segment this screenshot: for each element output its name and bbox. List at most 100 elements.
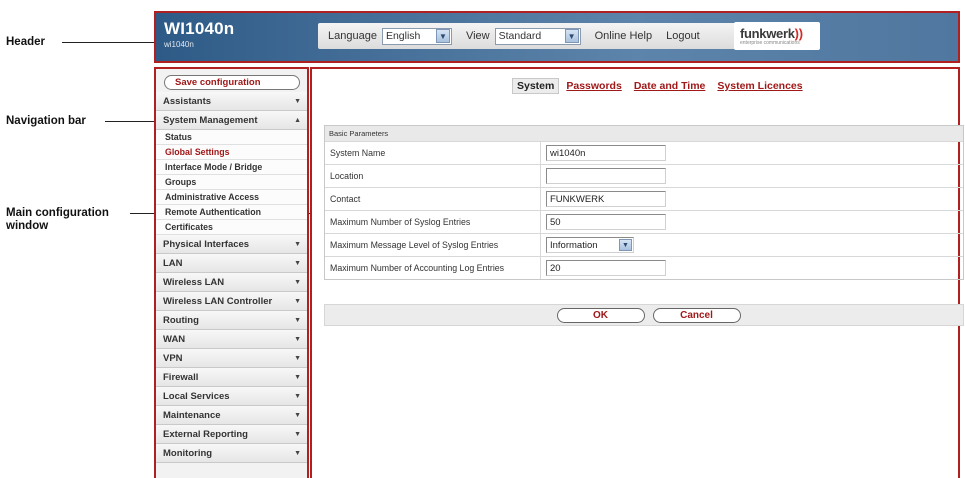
tab-system[interactable]: System bbox=[512, 78, 560, 94]
save-configuration-button[interactable]: Save configuration bbox=[164, 75, 300, 90]
nav-item-local-services[interactable]: Local Services ▼ bbox=[156, 387, 307, 406]
nav-item-label: Assistants bbox=[163, 95, 212, 107]
ok-button[interactable]: OK bbox=[556, 307, 645, 323]
nav-item-routing[interactable]: Routing ▼ bbox=[156, 311, 307, 330]
form-row: Contact FUNKWERK bbox=[325, 187, 963, 210]
nav-item-label: LAN bbox=[163, 257, 183, 269]
nav-item-system-management[interactable]: System Management ▲ bbox=[156, 111, 307, 130]
brand-waves-icon: )) bbox=[794, 26, 803, 41]
tab-date-and-time[interactable]: Date and Time bbox=[629, 78, 711, 94]
contact-field[interactable]: FUNKWERK bbox=[546, 191, 666, 207]
form-row: Maximum Number of Syslog Entries 50 bbox=[325, 210, 963, 233]
max-syslog-entries-field[interactable]: 50 bbox=[546, 214, 666, 230]
header-callout: Header bbox=[6, 36, 45, 48]
nav-item-assistants[interactable]: Assistants ▼ bbox=[156, 92, 307, 111]
nav-item-label: Maintenance bbox=[163, 409, 221, 421]
navigation-callout-line bbox=[105, 121, 157, 122]
nav-item-label: Local Services bbox=[163, 390, 230, 402]
nav-item-maintenance[interactable]: Maintenance ▼ bbox=[156, 406, 307, 425]
max-syslog-level-label: Maximum Message Level of Syslog Entries bbox=[325, 234, 541, 256]
max-syslog-level-select[interactable]: Information ▼ bbox=[546, 237, 634, 253]
nav-item-label: VPN bbox=[163, 352, 183, 364]
tab-bar: System Passwords Date and Time System Li… bbox=[512, 78, 810, 94]
nav-item-vpn[interactable]: VPN ▼ bbox=[156, 349, 307, 368]
nav-item-label: Wireless LAN Controller bbox=[163, 295, 273, 307]
chevron-down-icon: ▼ bbox=[294, 240, 301, 248]
form-row: System Name wi1040n bbox=[325, 141, 963, 164]
tab-system-licences[interactable]: System Licences bbox=[712, 78, 807, 94]
chevron-down-icon: ▼ bbox=[294, 354, 301, 362]
tab-passwords[interactable]: Passwords bbox=[561, 78, 626, 94]
nav-item-wireless-lan-controller[interactable]: Wireless LAN Controller ▼ bbox=[156, 292, 307, 311]
nav-sub-status[interactable]: Status bbox=[156, 130, 307, 145]
header-toolbar: Language English ▼ View Standard ▼ Onlin… bbox=[318, 23, 778, 49]
cancel-button[interactable]: Cancel bbox=[652, 307, 741, 323]
max-accounting-entries-field[interactable]: 20 bbox=[546, 260, 666, 276]
max-syslog-entries-label: Maximum Number of Syslog Entries bbox=[325, 211, 541, 233]
max-accounting-entries-label: Maximum Number of Accounting Log Entries bbox=[325, 257, 541, 279]
chevron-down-icon: ▼ bbox=[564, 29, 579, 43]
form-row: Maximum Number of Accounting Log Entries… bbox=[325, 256, 963, 279]
chevron-down-icon: ▼ bbox=[294, 97, 301, 105]
chevron-down-icon: ▼ bbox=[294, 297, 301, 305]
button-bar: OK Cancel bbox=[324, 304, 964, 326]
nav-sub-remote-authentication[interactable]: Remote Authentication bbox=[156, 205, 307, 220]
chevron-up-icon: ▲ bbox=[294, 116, 301, 124]
nav-sub-administrative-access[interactable]: Administrative Access bbox=[156, 190, 307, 205]
nav-item-label: Physical Interfaces bbox=[163, 238, 250, 250]
header-callout-line bbox=[62, 42, 154, 43]
max-syslog-level-value: Information bbox=[550, 239, 598, 251]
chevron-down-icon: ▼ bbox=[435, 29, 450, 43]
brand-name: funkwerk bbox=[740, 26, 795, 41]
nav-item-physical-interfaces[interactable]: Physical Interfaces ▼ bbox=[156, 235, 307, 254]
chevron-down-icon: ▼ bbox=[294, 335, 301, 343]
chevron-down-icon: ▼ bbox=[294, 449, 301, 457]
chevron-down-icon: ▼ bbox=[619, 239, 632, 251]
nav-item-label: Routing bbox=[163, 314, 199, 326]
language-label: Language bbox=[328, 30, 377, 42]
chevron-down-icon: ▼ bbox=[294, 259, 301, 267]
main-window-callout: Main configuration window bbox=[6, 207, 109, 232]
device-title: WI1040n bbox=[164, 19, 235, 38]
navigation-callout: Navigation bar bbox=[6, 115, 86, 127]
nav-sub-global-settings[interactable]: Global Settings bbox=[156, 145, 307, 160]
location-field[interactable] bbox=[546, 168, 666, 184]
form-row: Maximum Message Level of Syslog Entries … bbox=[325, 233, 963, 256]
chevron-down-icon: ▼ bbox=[294, 316, 301, 324]
online-help-link[interactable]: Online Help bbox=[595, 30, 652, 42]
chevron-down-icon: ▼ bbox=[294, 373, 301, 381]
nav-item-monitoring[interactable]: Monitoring ▼ bbox=[156, 444, 307, 463]
nav-item-external-reporting[interactable]: External Reporting ▼ bbox=[156, 425, 307, 444]
chevron-down-icon: ▼ bbox=[294, 392, 301, 400]
nav-item-lan[interactable]: LAN ▼ bbox=[156, 254, 307, 273]
form-row: Location bbox=[325, 164, 963, 187]
basic-parameters-form: Basic Parameters System Name wi1040n Loc… bbox=[324, 125, 964, 280]
section-title: Basic Parameters bbox=[325, 126, 963, 141]
device-subtitle: wi1040n bbox=[164, 40, 194, 49]
chevron-down-icon: ▼ bbox=[294, 430, 301, 438]
nav-sub-groups[interactable]: Groups bbox=[156, 175, 307, 190]
nav-item-label: WAN bbox=[163, 333, 186, 345]
logout-link[interactable]: Logout bbox=[666, 30, 700, 42]
nav-item-label: Firewall bbox=[163, 371, 199, 383]
view-select[interactable]: Standard ▼ bbox=[494, 27, 581, 45]
contact-label: Contact bbox=[325, 188, 541, 210]
view-value: Standard bbox=[498, 30, 542, 42]
language-select[interactable]: English ▼ bbox=[381, 27, 452, 45]
nav-item-firewall[interactable]: Firewall ▼ bbox=[156, 368, 307, 387]
header: WI1040n wi1040n Language English ▼ View … bbox=[154, 11, 960, 63]
system-name-label: System Name bbox=[325, 142, 541, 164]
nav-item-label: Wireless LAN bbox=[163, 276, 225, 288]
system-name-field[interactable]: wi1040n bbox=[546, 145, 666, 161]
nav-item-wireless-lan[interactable]: Wireless LAN ▼ bbox=[156, 273, 307, 292]
chevron-down-icon: ▼ bbox=[294, 278, 301, 286]
navigation-list: Assistants ▼ System Management ▲ Status … bbox=[156, 92, 307, 463]
nav-sub-certificates[interactable]: Certificates bbox=[156, 220, 307, 235]
nav-sub-interface-mode-bridge[interactable]: Interface Mode / Bridge bbox=[156, 160, 307, 175]
chevron-down-icon: ▼ bbox=[294, 411, 301, 419]
view-label: View bbox=[465, 30, 490, 42]
nav-item-wan[interactable]: WAN ▼ bbox=[156, 330, 307, 349]
language-value: English bbox=[385, 30, 421, 42]
location-label: Location bbox=[325, 165, 541, 187]
main-configuration-window: System Passwords Date and Time System Li… bbox=[310, 67, 964, 478]
